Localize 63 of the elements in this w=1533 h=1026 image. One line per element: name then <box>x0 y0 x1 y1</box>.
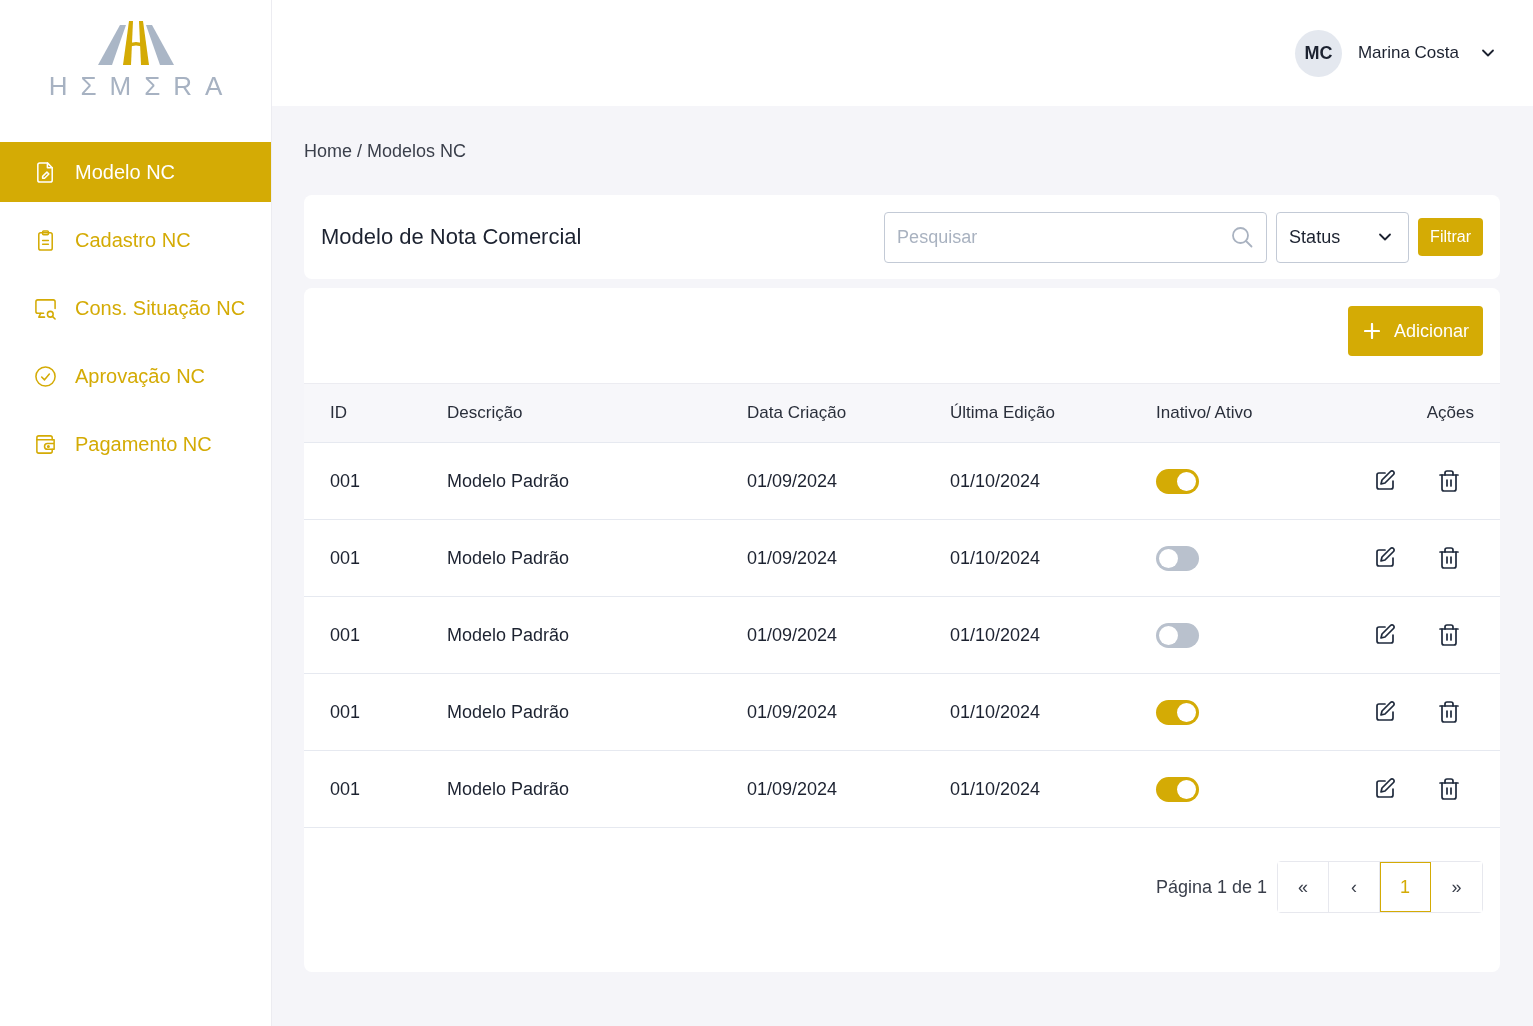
status-toggle[interactable] <box>1156 699 1199 725</box>
page-button[interactable]: 1 <box>1380 862 1431 912</box>
add-button[interactable]: Adicionar <box>1347 306 1483 356</box>
search-field[interactable]: Pesquisar <box>884 211 1268 263</box>
sidebar-item[interactable]: Cadastro NC <box>0 210 271 270</box>
table-cell: 001 <box>330 624 361 646</box>
table-cell: 01/09/2024 <box>747 624 838 646</box>
status-toggle[interactable] <box>1156 468 1199 494</box>
table-cell: 01/10/2024 <box>950 701 1041 723</box>
edit-icon[interactable] <box>1373 469 1397 493</box>
trash-icon[interactable] <box>1437 546 1461 570</box>
column-header: Ações <box>1426 403 1474 423</box>
user-name[interactable]: Marina Costa <box>1357 43 1459 63</box>
status-toggle[interactable] <box>1156 545 1199 571</box>
table-cell: Modelo Padrão <box>447 701 570 723</box>
table-cell: 01/09/2024 <box>747 470 838 492</box>
table-cell: Modelo Padrão <box>447 624 570 646</box>
edit-icon[interactable] <box>1373 700 1397 724</box>
trash-icon[interactable] <box>1437 469 1461 493</box>
table-cell: Modelo Padrão <box>447 778 570 800</box>
table-cell: 01/10/2024 <box>950 624 1041 646</box>
edit-icon[interactable] <box>1373 777 1397 801</box>
table-cell: 001 <box>330 778 361 800</box>
trash-icon[interactable] <box>1437 777 1461 801</box>
user-avatar[interactable]: MC <box>1294 29 1342 77</box>
sidebar-item[interactable]: Cons. Situação NC <box>0 278 271 338</box>
column-header: Inativo/ Ativo <box>1156 403 1253 423</box>
sidebar-item[interactable]: Aprovação NC <box>0 346 271 406</box>
edit-icon[interactable] <box>1373 623 1397 647</box>
page-summary: Página 1 de 1 <box>1155 876 1267 898</box>
column-header: Data Criação <box>747 403 847 423</box>
monitor-search-icon <box>34 296 57 320</box>
sidebar-item[interactable]: Modelo NC <box>0 142 271 202</box>
table-cell: 01/10/2024 <box>950 778 1041 800</box>
table-cell: 01/09/2024 <box>747 778 838 800</box>
edit-icon[interactable] <box>1373 546 1397 570</box>
table-cell: 01/09/2024 <box>747 701 838 723</box>
wallet-icon <box>34 432 57 456</box>
check-circle-icon <box>34 364 57 388</box>
status-toggle[interactable] <box>1156 622 1199 648</box>
table-cell: 001 <box>330 701 361 723</box>
logo-wordmark: HΣMΣRA <box>48 71 236 101</box>
logo-arch-icon <box>95 19 176 65</box>
trash-icon[interactable] <box>1437 700 1461 724</box>
status-select[interactable]: Status <box>1276 211 1410 263</box>
table-cell: 001 <box>330 547 361 569</box>
trash-icon[interactable] <box>1437 623 1461 647</box>
table-cell: 001 <box>330 470 361 492</box>
table-cell: 01/10/2024 <box>950 547 1041 569</box>
table-cell: Modelo Padrão <box>447 470 570 492</box>
breadcrumb: Home / Modelos NC <box>304 140 467 162</box>
column-header: ID <box>330 403 347 423</box>
column-header: Descrição <box>447 403 523 423</box>
filter-button[interactable]: Filtrar <box>1418 218 1483 256</box>
column-header: Última Edição <box>950 403 1055 423</box>
table-cell: 01/09/2024 <box>747 547 838 569</box>
table-cell: Modelo Padrão <box>447 547 570 569</box>
status-toggle[interactable] <box>1156 776 1199 802</box>
plus-icon <box>1363 323 1380 339</box>
page-title: Modelo de Nota Comercial <box>321 224 582 250</box>
page-button[interactable]: « <box>1278 862 1329 912</box>
sidebar-item[interactable]: Pagamento NC <box>0 414 271 474</box>
table-cell: 01/10/2024 <box>950 470 1041 492</box>
